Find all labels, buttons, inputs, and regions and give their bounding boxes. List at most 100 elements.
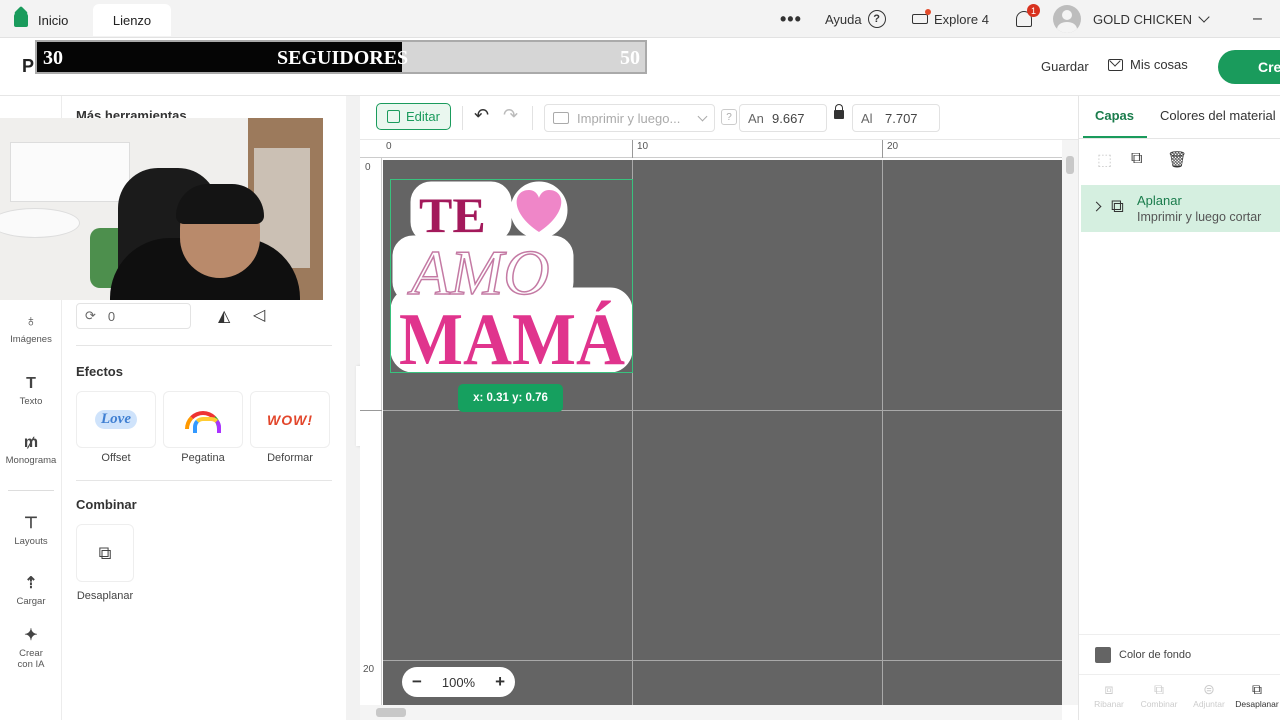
unflatten-label: Desaplanar — [76, 590, 134, 602]
effect-warp-card[interactable]: WOW! — [250, 391, 330, 448]
notifications-button[interactable]: 1 — [1016, 0, 1040, 38]
envelope-icon — [1108, 58, 1123, 71]
nav-item-label: Texto — [19, 396, 43, 407]
divider — [76, 480, 332, 481]
webcam-overlay — [0, 118, 323, 300]
nav-item-images[interactable]: ♁ Imágenes — [0, 312, 62, 345]
combine-button[interactable]: ⧉ Combinar — [1133, 681, 1185, 709]
user-menu[interactable]: GOLD CHICKEN — [1053, 0, 1210, 38]
height-field[interactable]: Al 7.707 — [852, 104, 940, 132]
nav-item-monogram[interactable]: ₥ Monograma — [0, 433, 62, 466]
nav-divider — [8, 490, 54, 491]
tab-material-colors[interactable]: Colores del material — [1160, 108, 1276, 123]
undo-button[interactable]: ↶ — [474, 105, 489, 126]
operation-select[interactable]: Imprimir y luego... — [544, 104, 715, 132]
tab-inicio[interactable]: Inicio — [14, 4, 68, 36]
scrollbar-thumb[interactable] — [1066, 156, 1074, 174]
my-stuff-button[interactable]: Mis cosas — [1108, 57, 1188, 72]
monogram-icon: ₥ — [23, 434, 39, 451]
tab-lienzo-label: Lienzo — [112, 12, 152, 28]
width-field[interactable]: An 9.667 — [739, 104, 827, 132]
follower-goal-start: 30 — [43, 47, 63, 69]
save-button[interactable]: Guardar — [1041, 59, 1089, 74]
width-label: An — [748, 110, 764, 126]
group-select-icon[interactable]: ⬚ — [1097, 150, 1112, 170]
tab-lienzo[interactable]: Lienzo — [93, 4, 171, 36]
slice-icon: ⧈ — [1104, 681, 1114, 697]
flip-vertical-button[interactable]: ◁ — [253, 305, 265, 325]
ruler-tick: 10 — [637, 141, 649, 152]
effect-warp-label: Deformar — [267, 452, 313, 464]
chevron-down-icon — [697, 111, 708, 121]
warp-preview-icon: WOW! — [267, 411, 313, 428]
unflatten-action-button[interactable]: ⧉ Desaplanar — [1231, 681, 1280, 709]
combine-icon: ⧉ — [1154, 681, 1164, 697]
slice-button[interactable]: ⧈ Ribanar — [1083, 681, 1135, 709]
machine-button[interactable]: Explore 4 — [912, 0, 989, 38]
flip-horizontal-button[interactable]: ◭ — [218, 306, 230, 326]
more-options-button[interactable]: ••• — [780, 0, 802, 38]
divider — [76, 345, 332, 346]
vertical-scrollbar[interactable] — [1062, 140, 1078, 705]
chevron-down-icon — [1198, 11, 1210, 23]
nav-item-text[interactable]: T Texto — [0, 374, 62, 407]
selection-bounding-box[interactable] — [390, 179, 633, 373]
unflatten-action-label: Desaplanar — [1235, 699, 1279, 709]
rotate-input[interactable]: ⟳ 0 — [76, 303, 191, 329]
home-icon — [14, 13, 28, 27]
ruler-top: 0 10 20 — [360, 140, 1062, 158]
question-icon: ? — [867, 10, 886, 28]
ruler-mark — [632, 140, 633, 158]
nav-item-label: Crear con IA — [17, 648, 45, 670]
nav-item-label: Monograma — [5, 455, 57, 466]
layer-name: Aplanar — [1137, 193, 1182, 208]
slice-label: Ribanar — [1094, 699, 1124, 709]
create-button[interactable]: Cre — [1218, 50, 1280, 84]
design-canvas[interactable]: TE AMO MAMÁ x: 0.31 y: 0.76 − 100% + — [383, 160, 1062, 705]
zoom-in-button[interactable]: + — [495, 672, 505, 692]
redo-button[interactable]: ↷ — [503, 105, 518, 126]
ruler-tick: 0 — [386, 141, 392, 152]
layers-icon: ⧉ — [98, 542, 112, 563]
avatar — [1053, 5, 1081, 33]
machine-label: Explore 4 — [934, 11, 989, 27]
zoom-out-button[interactable]: − — [412, 672, 422, 692]
divider — [532, 106, 533, 130]
layer-operation: Imprimir y luego cortar — [1137, 210, 1262, 224]
chevron-right-icon[interactable] — [1091, 201, 1102, 212]
canvas-toolbar: Editar ↶ ↷ Imprimir y luego... ? An 9.66… — [360, 96, 1078, 140]
duplicate-icon[interactable]: ⧉ — [1131, 150, 1142, 168]
shirt-icon: ⊤ — [24, 515, 38, 532]
ruler-tick: 20 — [887, 141, 899, 152]
lock-icon[interactable] — [834, 104, 844, 119]
printer-icon — [553, 112, 569, 124]
nav-item-create-ai[interactable]: ✦ Crear con IA — [0, 626, 62, 670]
attach-button[interactable]: ⊜ Adjuntar — [1183, 681, 1235, 709]
horizontal-scrollbar[interactable] — [360, 705, 1062, 720]
ruler-tick: 0 — [365, 162, 371, 173]
nav-item-layouts[interactable]: ⊤ Layouts — [0, 514, 62, 547]
follower-goal-bar: 30 SEGUIDORES 50 — [35, 40, 647, 74]
sparkle-icon: ✦ — [24, 627, 38, 644]
layer-item[interactable]: ⧉ Aplanar Imprimir y luego cortar — [1081, 185, 1280, 232]
unflatten-button[interactable]: ⧉ — [76, 524, 134, 582]
background-color-row[interactable]: Color de fondo — [1079, 634, 1280, 674]
nav-item-upload[interactable]: ⇡ Cargar — [0, 574, 62, 607]
edit-button[interactable]: Editar — [376, 103, 451, 130]
effect-offset-card[interactable]: Love — [76, 391, 156, 448]
info-icon[interactable]: ? — [721, 109, 737, 125]
help-button[interactable]: Ayuda ? — [825, 0, 886, 38]
minimize-button[interactable]: – — [1253, 0, 1262, 38]
offset-preview-icon: Love — [95, 410, 137, 429]
combine-title: Combinar — [76, 497, 137, 512]
trash-icon[interactable]: 🗑 — [1167, 150, 1187, 170]
effect-sticker-card[interactable] — [163, 391, 243, 448]
coordinate-readout: x: 0.31 y: 0.76 — [458, 384, 563, 412]
flatten-layers-icon: ⧉ — [1111, 196, 1124, 216]
attach-label: Adjuntar — [1193, 699, 1225, 709]
text-icon: T — [26, 375, 36, 392]
tab-layers[interactable]: Capas — [1095, 108, 1134, 123]
width-value: 9.667 — [772, 110, 805, 126]
scrollbar-thumb[interactable] — [376, 708, 406, 717]
background-swatch[interactable] — [1095, 646, 1111, 663]
